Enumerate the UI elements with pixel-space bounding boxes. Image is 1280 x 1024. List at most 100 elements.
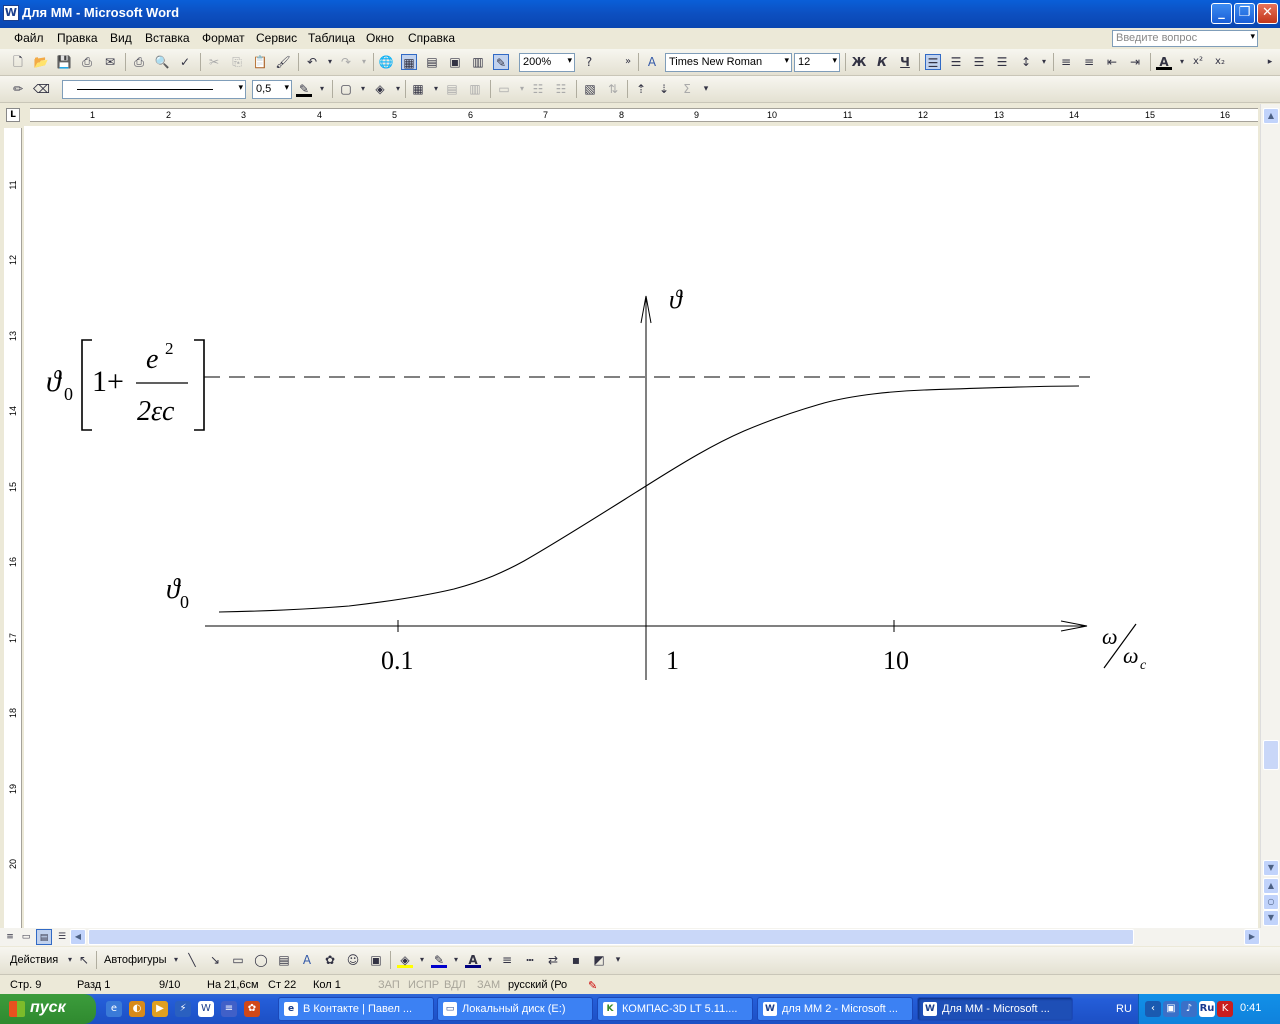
distribute-rows-icon[interactable]: ☷	[530, 81, 546, 97]
line-spacing-icon[interactable]: ↕	[1018, 54, 1034, 70]
eraser-icon[interactable]: ⌫	[33, 81, 50, 97]
chevron-down-icon[interactable]: ▾	[284, 82, 289, 93]
shadow-style-icon[interactable]: ▪	[568, 952, 584, 968]
menu-view[interactable]: Вид	[110, 31, 132, 45]
status-record-macro[interactable]: ЗАП	[378, 979, 400, 991]
chevron-down-icon[interactable]: ▾	[1174, 54, 1190, 70]
chevron-down-icon[interactable]: ▾	[390, 81, 406, 97]
horizontal-scrollbar[interactable]: ≡ ▭ ▤ ☰ ◀ ▶	[0, 928, 1280, 946]
menu-edit[interactable]: Правка	[57, 31, 98, 45]
redo-icon[interactable]: ↷	[338, 54, 354, 70]
chevron-down-icon[interactable]: ▾	[784, 55, 789, 66]
insert-picture-icon[interactable]: ▣	[368, 952, 384, 968]
document-page[interactable]: ϑ 0 1+ e 2 2εc ϑ 0.1 1 10 ω ω c ϑ 0	[24, 126, 1258, 928]
word-app-icon[interactable]: W	[3, 5, 19, 21]
chevron-down-icon[interactable]: ▾	[1250, 31, 1255, 42]
chevron-down-icon[interactable]: ▾	[355, 81, 371, 97]
task-word-2[interactable]: W для ММ 2 - Microsoft ...	[757, 997, 913, 1021]
subscript-icon[interactable]: x₂	[1212, 54, 1228, 70]
chevron-down-icon[interactable]: ▾	[482, 952, 498, 968]
scroll-right-button[interactable]: ▶	[1244, 929, 1260, 945]
chevron-down-icon[interactable]: ▾	[567, 55, 572, 66]
align-right-icon[interactable]: ☰	[971, 54, 987, 70]
autosum-icon[interactable]: Σ	[679, 81, 695, 97]
numbering-icon[interactable]: ≡	[1058, 54, 1074, 70]
chevron-down-icon[interactable]: ▾	[238, 82, 243, 93]
menu-tools[interactable]: Сервис	[256, 31, 297, 45]
spelling-icon[interactable]: ✓	[177, 54, 193, 70]
italic-button[interactable]: К	[874, 54, 890, 70]
increase-indent-icon[interactable]: ⇥	[1127, 54, 1143, 70]
menu-file[interactable]: Файл	[14, 31, 44, 45]
split-cells-icon[interactable]: ▥	[467, 81, 483, 97]
open-folder-icon[interactable]: 📂	[33, 54, 49, 70]
insert-table-icon[interactable]: ▦	[410, 81, 426, 97]
chevron-down-icon[interactable]: ▾	[356, 54, 372, 70]
drawing-canvas[interactable]: ϑ 0 1+ e 2 2εc ϑ 0.1 1 10 ω ω c ϑ 0	[24, 126, 1258, 928]
tray-expand-icon[interactable]: ‹	[1145, 1001, 1161, 1017]
superscript-icon[interactable]: x²	[1190, 54, 1206, 70]
tab-selector[interactable]: L	[6, 108, 20, 122]
chevron-down-icon[interactable]: ▾	[428, 81, 444, 97]
paste-icon[interactable]: 📋	[252, 54, 268, 70]
line-style-icon[interactable]: ≡	[499, 952, 515, 968]
email-icon[interactable]: ✉	[102, 54, 118, 70]
align-left-icon[interactable]: ☰	[925, 54, 941, 70]
vertical-scroll-thumb[interactable]	[1263, 740, 1279, 770]
line-weight-select[interactable]: 0,5 ▾	[252, 80, 292, 99]
help-icon[interactable]: ?	[581, 54, 597, 70]
diagram-icon[interactable]: ✿	[322, 952, 338, 968]
text-box-icon[interactable]: ▤	[276, 952, 292, 968]
distribute-columns-icon[interactable]: ☷	[553, 81, 569, 97]
language-indicator[interactable]: RU	[1116, 1003, 1132, 1015]
menu-table[interactable]: Таблица	[308, 31, 355, 45]
justify-icon[interactable]: ☰	[994, 54, 1010, 70]
new-document-icon[interactable]: 🗋	[10, 54, 26, 70]
tables-borders-icon[interactable]: ▦	[401, 54, 417, 70]
status-overtype[interactable]: ЗАМ	[477, 979, 500, 991]
ie-icon[interactable]: e	[106, 1001, 122, 1017]
select-objects-icon[interactable]: ↖	[76, 952, 92, 968]
arrow-tool-icon[interactable]: ↘	[207, 952, 223, 968]
sort-ascending-icon[interactable]: ⇡	[633, 81, 649, 97]
decrease-indent-icon[interactable]: ⇤	[1104, 54, 1120, 70]
toolbar-options-icon[interactable]: »	[620, 54, 636, 70]
quicklaunch-icon[interactable]: ⚡	[175, 1001, 191, 1017]
keyboard-layout-icon[interactable]: Ru	[1199, 1001, 1215, 1017]
bold-button[interactable]: Ж	[851, 54, 867, 70]
styles-icon[interactable]: A	[644, 54, 660, 70]
quicklaunch-icon[interactable]: ◐	[129, 1001, 145, 1017]
draw-table-pencil-icon[interactable]: ✏	[10, 81, 26, 97]
start-button[interactable]: пуск	[0, 994, 96, 1024]
media-player-icon[interactable]: ▶	[152, 1001, 168, 1017]
insert-table-icon[interactable]: ▤	[424, 54, 440, 70]
undo-icon[interactable]: ↶	[304, 54, 320, 70]
font-color-icon[interactable]: A	[465, 952, 481, 968]
3d-style-icon[interactable]: ◩	[591, 952, 607, 968]
arrow-style-icon[interactable]: ⇄	[545, 952, 561, 968]
minimize-button[interactable]: _	[1211, 3, 1232, 24]
menu-help[interactable]: Справка	[408, 31, 455, 45]
word-icon[interactable]: W	[198, 1001, 214, 1017]
align-center-icon[interactable]: ☰	[948, 54, 964, 70]
chevron-down-icon[interactable]: ▾	[414, 952, 430, 968]
task-explorer[interactable]: ▭ Локальный диск (E:)	[437, 997, 593, 1021]
format-painter-icon[interactable]: 🖌	[275, 54, 291, 70]
status-track-changes[interactable]: ИСПР	[408, 979, 439, 991]
print-layout-view-icon[interactable]: ▤	[36, 929, 52, 945]
chevron-down-icon[interactable]: ▾	[448, 952, 464, 968]
underline-button[interactable]: Ч	[897, 54, 913, 70]
zoom-select[interactable]: 200% ▾	[519, 53, 575, 72]
quicklaunch-icon[interactable]: ≡	[221, 1001, 237, 1017]
next-page-button[interactable]: ▼	[1263, 910, 1279, 926]
chevron-down-icon[interactable]: ▾	[168, 952, 184, 968]
task-kompas[interactable]: K КОМПАС-3D LT 5.11....	[597, 997, 753, 1021]
copy-icon[interactable]: ⎘	[229, 54, 245, 70]
print-icon[interactable]: ⎙	[131, 54, 147, 70]
merge-cells-icon[interactable]: ▤	[444, 81, 460, 97]
dash-style-icon[interactable]: ┅	[522, 952, 538, 968]
border-color-icon[interactable]: ✎	[296, 81, 312, 97]
oval-tool-icon[interactable]: ◯	[253, 952, 269, 968]
rectangle-tool-icon[interactable]: ▭	[230, 952, 246, 968]
insert-excel-icon[interactable]: ▣	[447, 54, 463, 70]
